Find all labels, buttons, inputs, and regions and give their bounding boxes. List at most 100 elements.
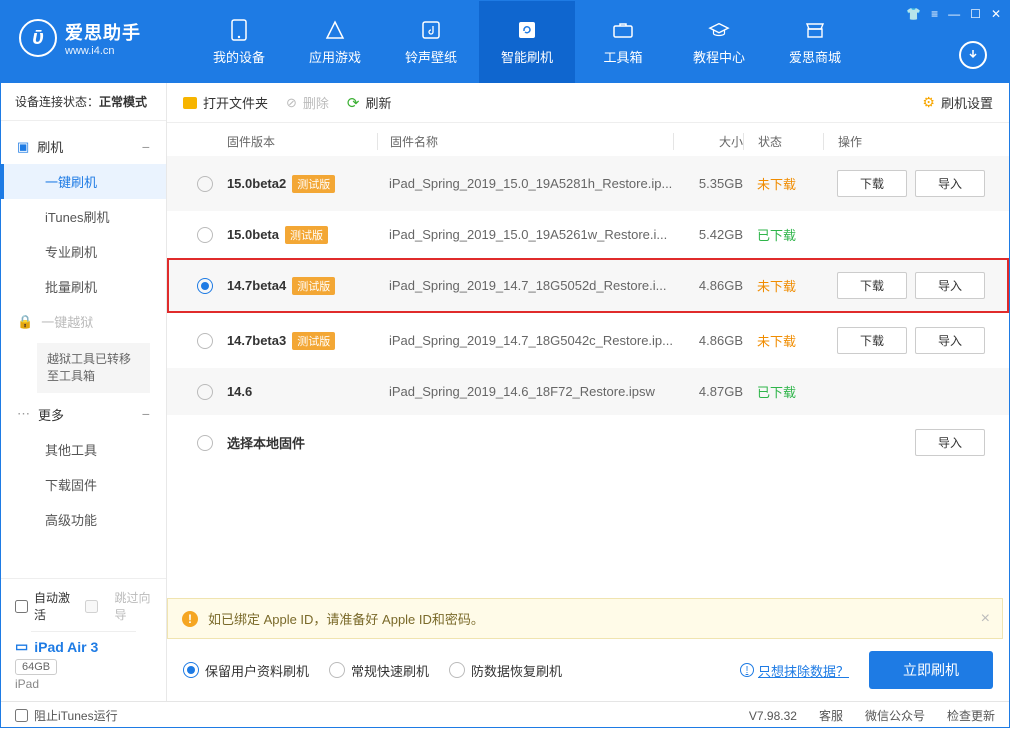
- refresh-button[interactable]: ⟳ 刷新: [347, 93, 392, 112]
- skip-guide-checkbox: [85, 600, 98, 613]
- phone-icon: [228, 19, 250, 41]
- open-folder-button[interactable]: 打开文件夹: [183, 93, 268, 112]
- sidebar-item-pro[interactable]: 专业刷机: [1, 234, 166, 269]
- firmware-name: iPad_Spring_2019_14.6_18F72_Restore.ipsw: [377, 384, 673, 399]
- more-icon: ⋯: [17, 406, 30, 422]
- sidebar-item-oneclick[interactable]: 一键刷机: [1, 164, 166, 199]
- row-radio[interactable]: [197, 333, 213, 349]
- auto-activate-checkbox[interactable]: [15, 600, 28, 613]
- flash-icon: ▣: [17, 139, 29, 155]
- wechat-link[interactable]: 微信公众号: [865, 707, 925, 724]
- minimize-icon[interactable]: —: [948, 7, 960, 21]
- apps-icon: [324, 19, 346, 41]
- firmware-status: 未下载: [743, 276, 823, 295]
- download-manager-icon[interactable]: [959, 41, 987, 69]
- nav-flash[interactable]: 智能刷机: [479, 1, 575, 83]
- nav-toolbox[interactable]: 工具箱: [575, 1, 671, 83]
- radio-icon: [329, 662, 345, 678]
- close-icon[interactable]: ✕: [991, 7, 1001, 21]
- notice-close-icon[interactable]: ×: [981, 610, 990, 628]
- row-radio[interactable]: [197, 278, 213, 294]
- skip-guide-label: 跳过向导: [114, 589, 151, 623]
- delete-icon: ⊘: [286, 95, 297, 111]
- nav-ringtones[interactable]: 铃声壁纸: [383, 1, 479, 83]
- table-row-local[interactable]: 选择本地固件 导入: [167, 415, 1009, 470]
- option-keep-data[interactable]: 保留用户资料刷机: [183, 661, 309, 680]
- col-ops: 操作: [823, 133, 993, 150]
- row-radio[interactable]: [197, 384, 213, 400]
- collapse-icon[interactable]: −: [142, 139, 150, 155]
- collapse-icon[interactable]: −: [142, 406, 150, 422]
- download-button[interactable]: 下载: [837, 327, 907, 354]
- firmware-size: 4.86GB: [673, 333, 743, 348]
- table-row[interactable]: 15.0beta测试版iPad_Spring_2019_15.0_19A5261…: [167, 211, 1009, 258]
- table-row[interactable]: 14.7beta4测试版iPad_Spring_2019_14.7_18G505…: [167, 258, 1009, 313]
- erase-data-link[interactable]: ! 只想抹除数据？: [740, 661, 849, 680]
- firmware-table: 15.0beta2测试版iPad_Spring_2019_15.0_19A528…: [167, 156, 1009, 598]
- row-radio[interactable]: [197, 435, 213, 451]
- col-version: 固件版本: [227, 133, 377, 150]
- top-nav: 我的设备 应用游戏 铃声壁纸 智能刷机 工具箱 教程中心 爱思商城: [191, 1, 863, 83]
- apple-id-notice: ! 如已绑定 Apple ID，请准备好 Apple ID和密码。 ×: [167, 598, 1003, 639]
- local-firmware-label: 选择本地固件: [227, 433, 673, 452]
- info-icon: !: [740, 663, 754, 677]
- col-status: 状态: [743, 133, 823, 150]
- import-button[interactable]: 导入: [915, 272, 985, 299]
- nav-apps[interactable]: 应用游戏: [287, 1, 383, 83]
- delete-button: ⊘ 删除: [286, 93, 329, 112]
- sidebar-item-downloadfw[interactable]: 下载固件: [1, 467, 166, 502]
- firmware-size: 4.86GB: [673, 278, 743, 293]
- option-anti-loss[interactable]: 防数据恢复刷机: [449, 661, 562, 680]
- firmware-name: iPad_Spring_2019_15.0_19A5261w_Restore.i…: [377, 227, 673, 242]
- flash-settings-button[interactable]: ⚙ 刷机设置: [922, 93, 993, 112]
- firmware-version: 14.6: [227, 384, 377, 399]
- radio-icon: [183, 662, 199, 678]
- nav-tutorials[interactable]: 教程中心: [671, 1, 767, 83]
- nav-my-device[interactable]: 我的设备: [191, 1, 287, 83]
- firmware-name: iPad_Spring_2019_14.7_18G5052d_Restore.i…: [377, 278, 673, 293]
- firmware-status: 已下载: [743, 225, 823, 244]
- logo-area: ῡ 爱思助手 www.i4.cn: [1, 1, 191, 57]
- version-label: V7.98.32: [749, 709, 797, 723]
- table-row[interactable]: 14.6iPad_Spring_2019_14.6_18F72_Restore.…: [167, 368, 1009, 415]
- skin-icon[interactable]: 👕: [906, 7, 921, 21]
- firmware-status: 已下载: [743, 382, 823, 401]
- import-button[interactable]: 导入: [915, 170, 985, 197]
- import-button[interactable]: 导入: [915, 327, 985, 354]
- col-name: 固件名称: [377, 133, 673, 150]
- main-panel: 打开文件夹 ⊘ 删除 ⟳ 刷新 ⚙ 刷机设置 固件版本 固件名称 大小 状态 操…: [167, 83, 1009, 701]
- download-button[interactable]: 下载: [837, 272, 907, 299]
- sidebar-item-othertools[interactable]: 其他工具: [1, 432, 166, 467]
- row-radio[interactable]: [197, 227, 213, 243]
- row-radio[interactable]: [197, 176, 213, 192]
- jailbreak-note: 越狱工具已转移至工具箱: [37, 343, 150, 393]
- sidebar-item-batch[interactable]: 批量刷机: [1, 269, 166, 304]
- window-controls: 👕 ≡ — ☐ ✕: [906, 7, 1001, 21]
- firmware-status: 未下载: [743, 174, 823, 193]
- block-itunes-checkbox[interactable]: 阻止iTunes运行: [15, 707, 118, 724]
- lock-icon: 🔒: [17, 314, 33, 330]
- app-header: ῡ 爱思助手 www.i4.cn 我的设备 应用游戏 铃声壁纸 智能刷机 工具箱: [1, 1, 1009, 83]
- menu-icon[interactable]: ≡: [931, 7, 938, 21]
- option-normal[interactable]: 常规快速刷机: [329, 661, 429, 680]
- download-button[interactable]: 下载: [837, 170, 907, 197]
- storage-badge: 64GB: [15, 659, 57, 675]
- nav-store[interactable]: 爱思商城: [767, 1, 863, 83]
- table-row[interactable]: 14.7beta3测试版iPad_Spring_2019_14.7_18G504…: [167, 313, 1009, 368]
- flash-now-button[interactable]: 立即刷机: [869, 651, 993, 689]
- check-update-link[interactable]: 检查更新: [947, 707, 995, 724]
- sidebar-item-itunes[interactable]: iTunes刷机: [1, 199, 166, 234]
- device-name[interactable]: ▭ iPad Air 3: [15, 638, 152, 655]
- sidebar-section-flash[interactable]: ▣ 刷机 −: [1, 129, 166, 164]
- customer-service-link[interactable]: 客服: [819, 707, 843, 724]
- import-button[interactable]: 导入: [915, 429, 985, 456]
- sidebar-section-more[interactable]: ⋯ 更多 −: [1, 397, 166, 432]
- sidebar-item-advanced[interactable]: 高级功能: [1, 502, 166, 537]
- firmware-name: iPad_Spring_2019_14.7_18G5042c_Restore.i…: [377, 333, 673, 348]
- toolbox-icon: [612, 19, 634, 41]
- folder-icon: [183, 97, 197, 109]
- refresh-arrow-icon: ⟳: [347, 94, 360, 112]
- table-row[interactable]: 15.0beta2测试版iPad_Spring_2019_15.0_19A528…: [167, 156, 1009, 211]
- brand-site: www.i4.cn: [65, 45, 141, 57]
- maximize-icon[interactable]: ☐: [970, 7, 981, 21]
